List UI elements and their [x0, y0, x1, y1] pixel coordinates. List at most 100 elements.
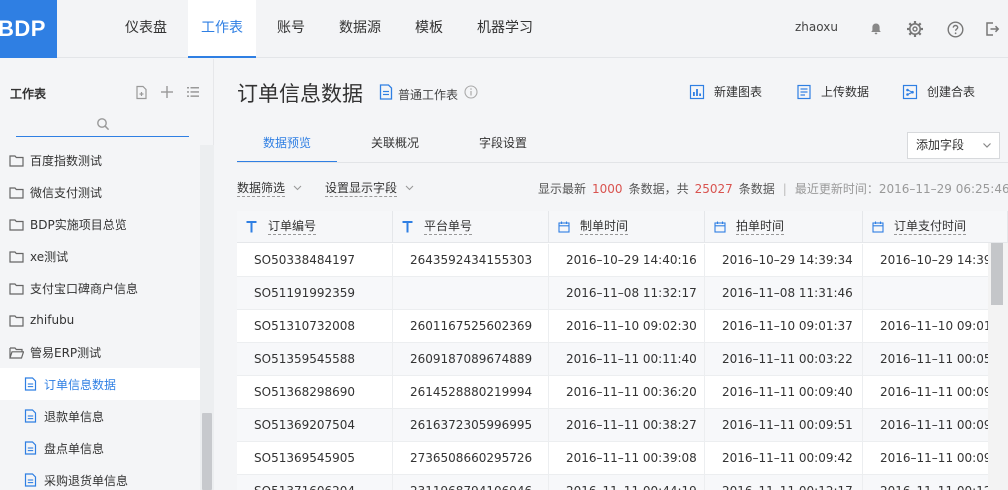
display-fields-dropdown[interactable]: 设置显示字段 [325, 180, 398, 197]
tree-sheet-refund-info[interactable]: 退款单信息 [0, 400, 200, 432]
table-cell: 2643592434155303 [393, 244, 549, 276]
table-row[interactable]: SO51369545905 2736508660295726 2016–11–1… [237, 442, 1008, 475]
sidebar-scrollbar[interactable] [200, 145, 214, 490]
tab-field-settings[interactable]: 字段设置 [453, 127, 553, 163]
table-cell: SO51371606204 [237, 475, 393, 490]
table-cell: SO50338484197 [237, 244, 393, 276]
sidebar-search-input[interactable] [16, 115, 189, 137]
table-cell [393, 277, 549, 309]
sheet-icon [22, 473, 38, 487]
table-cell: 2016–10–29 14:40:16 [549, 244, 705, 276]
bell-icon[interactable] [866, 19, 886, 39]
tree-item-label: 盘点单信息 [44, 441, 105, 456]
new-chart-button[interactable]: 新建图表 [689, 83, 762, 100]
table-vertical-scrollbar[interactable] [988, 243, 1008, 490]
nav-item-machine-learning[interactable]: 机器学习 [464, 0, 546, 58]
table-cell: SO51369545905 [237, 442, 393, 474]
tree-item-label: 管易ERP测试 [30, 345, 102, 360]
gear-icon[interactable] [905, 19, 925, 39]
table-row[interactable]: SO50338484197 2643592434155303 2016–10–2… [237, 244, 1008, 277]
table-cell: 2016–11–11 00:09:51 [705, 409, 863, 441]
bdp-logo[interactable]: BDP [0, 0, 57, 58]
stats-separator: | [782, 182, 787, 196]
table-cell: SO51369207504 [237, 409, 393, 441]
tree-sheet-purchase-return-info[interactable]: 采购退货单信息 [0, 464, 200, 490]
tree-folder-alipay-koubei[interactable]: 支付宝口碑商户信息 [0, 272, 200, 304]
create-merged-table-button[interactable]: 创建合表 [902, 83, 975, 100]
table-cell: 2016–11–11 00:39:08 [549, 442, 705, 474]
tree-folder-zhifubu[interactable]: zhifubu [0, 304, 200, 336]
upload-data-button[interactable]: 上传数据 [796, 83, 869, 100]
table-cell: 2016–10–29 14:39: [863, 244, 1008, 276]
table-cell: SO51359545588 [237, 343, 393, 375]
table-row[interactable]: SO51310732008 2601167525602369 2016–11–1… [237, 310, 1008, 343]
table-row[interactable]: SO51191992359 2016–11–08 11:32:17 2016–1… [237, 277, 1008, 310]
merge-icon [902, 84, 918, 100]
new-chart-label: 新建图表 [714, 85, 763, 99]
column-header-payment-time[interactable]: 订单支付时间 [863, 211, 1008, 243]
data-filter-dropdown[interactable]: 数据筛选 [237, 180, 286, 197]
info-icon[interactable] [464, 85, 478, 102]
help-icon[interactable] [945, 19, 965, 39]
table-cell: 2016–11–11 00:09:4 [863, 376, 1008, 408]
column-header-label: 平台单号 [424, 219, 473, 235]
search-icon [96, 117, 110, 134]
column-header-create-time[interactable]: 制单时间 [549, 211, 705, 243]
table-cell: 2016–11–10 09:01:37 [705, 310, 863, 342]
tab-relation-overview[interactable]: 关联概况 [345, 127, 445, 163]
tree-sheet-stocktake-info[interactable]: 盘点单信息 [0, 432, 200, 464]
table-cell: 2616372305996995 [393, 409, 549, 441]
worksheet-type-label: 普通工作表 [398, 88, 459, 102]
last-updated-time: 最近更新时间：2016–11–29 06:25:46 [794, 182, 1008, 196]
table-scrollbar-thumb[interactable] [991, 243, 1003, 305]
add-field-dropdown[interactable]: 添加字段 [907, 132, 1000, 159]
date-type-icon [714, 221, 726, 233]
table-header: 订单编号 平台单号 制单时间 拍单时间 订单支付时间 [237, 211, 1008, 243]
table-cell [863, 277, 1008, 309]
nav-item-dashboard[interactable]: 仪表盘 [112, 0, 180, 58]
tree-folder-xe-test[interactable]: xe测试 [0, 240, 200, 272]
table-row[interactable]: SO51371606204 2311968794106946 2016–11–1… [237, 475, 1008, 490]
column-header-label: 订单支付时间 [894, 219, 967, 235]
worksheet-tabs: 数据预览 关联概况 字段设置 [237, 127, 561, 163]
tree-folder-bdp-project-overview[interactable]: BDP实施项目总览 [0, 208, 200, 240]
username[interactable]: zhaoxu [795, 20, 838, 34]
table-cell: 2609187089674889 [393, 343, 549, 375]
chevron-down-icon[interactable] [405, 180, 414, 199]
sheet-icon [22, 441, 38, 455]
list-icon[interactable] [184, 83, 202, 101]
table-row[interactable]: SO51368298690 2614528880219994 2016–11–1… [237, 376, 1008, 409]
tree-folder-wechat-pay-test[interactable]: 微信支付测试 [0, 176, 200, 208]
sidebar-scrollbar-thumb[interactable] [202, 413, 212, 490]
table-row[interactable]: SO51359545588 2609187089674889 2016–11–1… [237, 343, 1008, 376]
tree-sheet-order-info[interactable]: 订单信息数据 [0, 368, 200, 400]
column-header-label: 订单编号 [268, 219, 317, 235]
nav-item-account[interactable]: 账号 [264, 0, 318, 58]
nav-item-datasource[interactable]: 数据源 [326, 0, 394, 58]
tree-item-label: 百度指数测试 [30, 153, 103, 168]
plus-icon[interactable] [158, 83, 176, 101]
table-cell: 2736508660295726 [393, 442, 549, 474]
nav-item-template[interactable]: 模板 [402, 0, 456, 58]
logout-icon[interactable] [982, 19, 1002, 39]
chevron-down-icon [982, 133, 992, 167]
sidebar-title: 工作表 [10, 87, 47, 101]
tree-folder-baidu-index-test[interactable]: 百度指数测试 [0, 144, 200, 176]
table-cell: 2016–11–11 00:12:3 [863, 475, 1008, 490]
new-sheet-icon[interactable] [132, 83, 150, 101]
table-cell: 2311968794106946 [393, 475, 549, 490]
stats-shown-count: 1000 [592, 182, 623, 196]
column-header-order-time[interactable]: 拍单时间 [705, 211, 863, 243]
column-header-order-no[interactable]: 订单编号 [237, 211, 393, 243]
tab-data-preview[interactable]: 数据预览 [237, 127, 337, 163]
chevron-down-icon[interactable] [293, 180, 302, 199]
sheet-icon [22, 377, 38, 391]
column-header-platform-no[interactable]: 平台单号 [393, 211, 549, 243]
nav-item-worksheet[interactable]: 工作表 [188, 0, 256, 58]
table-cell: SO51191992359 [237, 277, 393, 309]
table-row[interactable]: SO51369207504 2616372305996995 2016–11–1… [237, 409, 1008, 442]
table-cell: 2016–11–11 00:09:5 [863, 442, 1008, 474]
tree-item-label: 采购退货单信息 [44, 473, 129, 488]
folder-icon [8, 153, 24, 167]
tree-folder-guanyi-erp-test[interactable]: 管易ERP测试 [0, 336, 200, 368]
